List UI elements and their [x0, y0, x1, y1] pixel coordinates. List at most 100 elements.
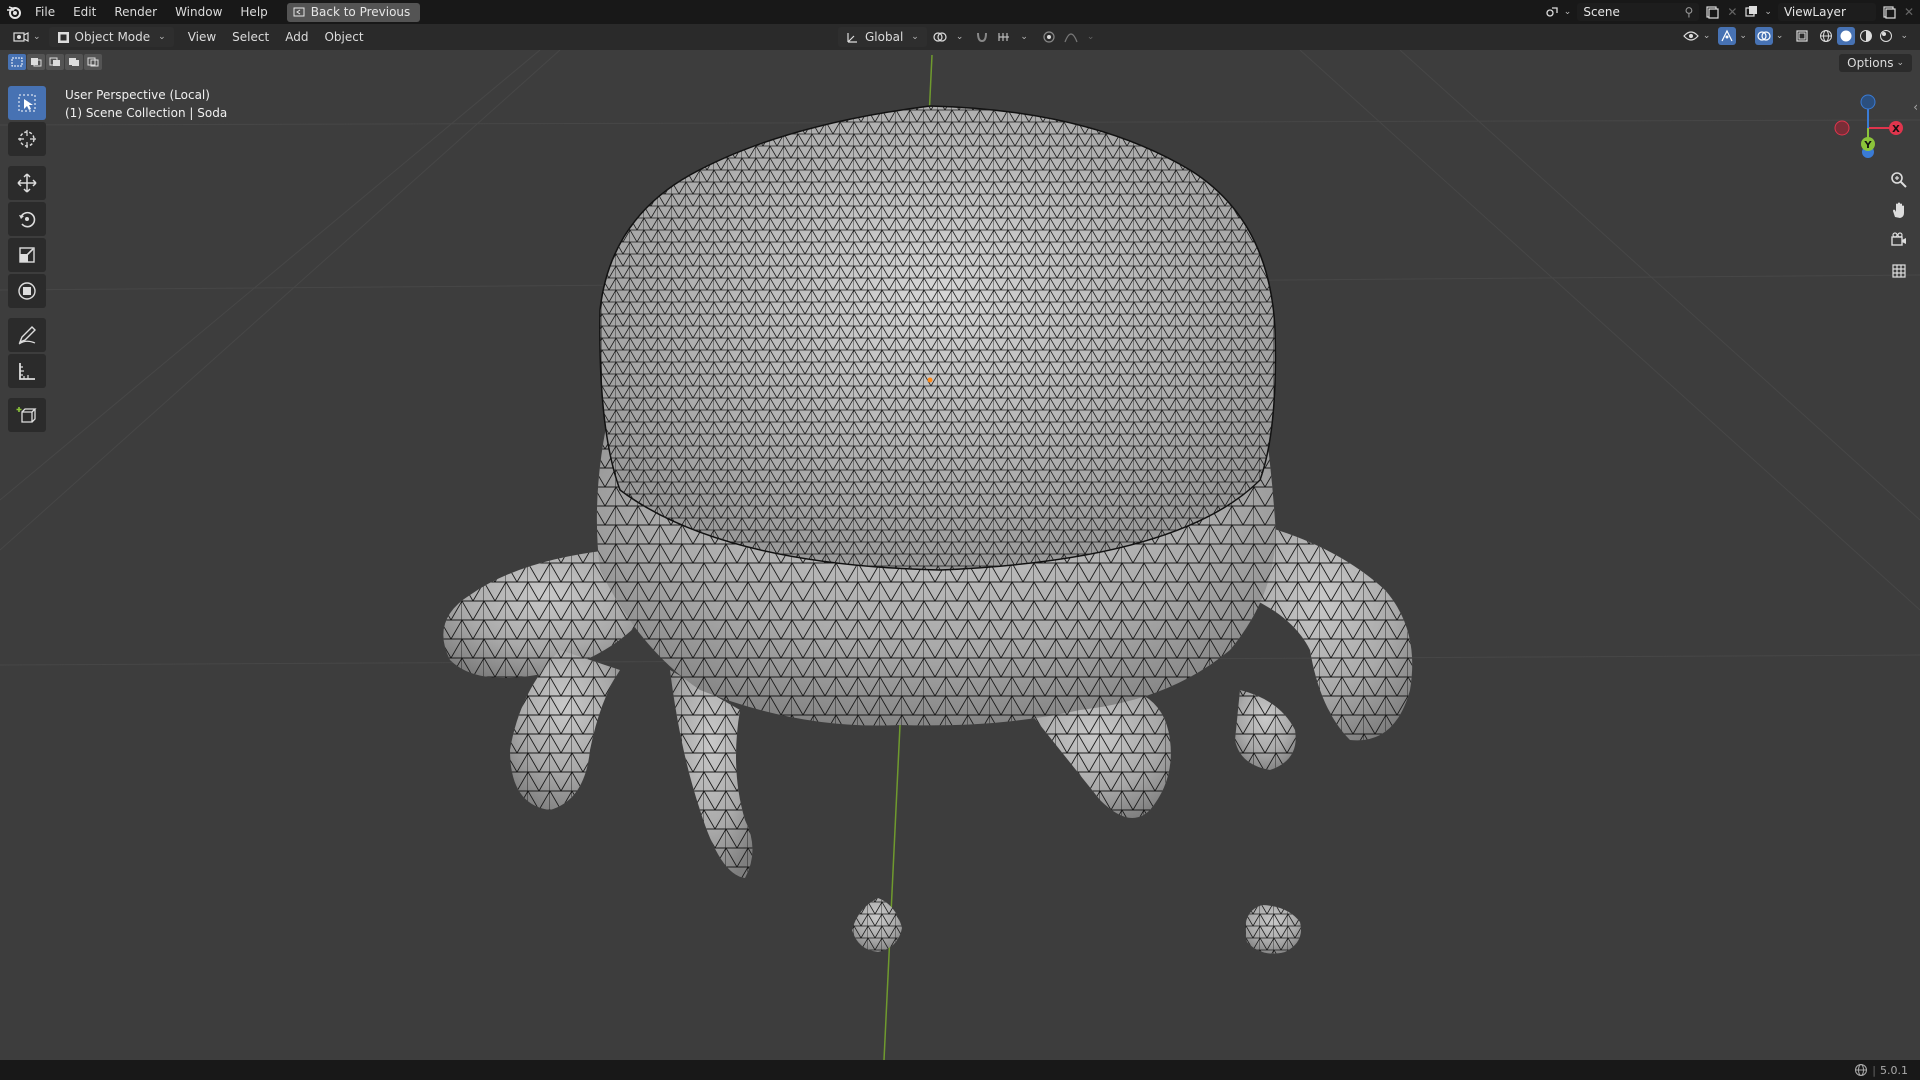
- snap-chevron-icon[interactable]: ⌄: [1020, 32, 1028, 42]
- menu-window[interactable]: Window: [166, 0, 231, 24]
- wireframe-shading-icon[interactable]: [1817, 27, 1835, 45]
- view-layer-name: ViewLayer: [1783, 5, 1846, 19]
- editor-type-chevron-icon[interactable]: ⌄: [33, 32, 41, 42]
- navigation-gizmo[interactable]: X Y: [1828, 88, 1908, 168]
- fragment-left[interactable]: [852, 898, 902, 952]
- select-new-icon[interactable]: [8, 54, 26, 70]
- view-perspective-label: User Perspective (Local): [65, 88, 210, 102]
- menu-edit[interactable]: Edit: [64, 0, 105, 24]
- move-tool[interactable]: [8, 166, 46, 200]
- snap-icon[interactable]: [973, 28, 991, 46]
- gizmo-chevron-icon[interactable]: ⌄: [1739, 31, 1747, 41]
- new-scene-icon[interactable]: [1703, 3, 1721, 21]
- cursor-tool[interactable]: [8, 122, 46, 156]
- scene-icon[interactable]: [1543, 3, 1561, 21]
- material-preview-shading-icon[interactable]: [1857, 27, 1875, 45]
- object-mode-chevron-icon: ⌄: [158, 32, 166, 42]
- rendered-shading-icon[interactable]: [1877, 27, 1895, 45]
- gizmo-neg-x-icon[interactable]: [1834, 120, 1850, 136]
- header-menu-select[interactable]: Select: [224, 27, 277, 47]
- tool-shelf: [8, 86, 46, 432]
- orientation-axes-icon: [847, 33, 857, 43]
- zoom-icon[interactable]: [1886, 168, 1912, 192]
- menu-render[interactable]: Render: [105, 0, 166, 24]
- options-dropdown[interactable]: Options ⌄: [1839, 54, 1912, 72]
- blender-logo-icon[interactable]: [2, 0, 26, 24]
- annotate-tool[interactable]: [8, 318, 46, 352]
- header-menu-add[interactable]: Add: [277, 27, 316, 47]
- object-mode-dropdown[interactable]: Object Mode ⌄: [48, 27, 174, 47]
- falloff-curve-icon[interactable]: [1062, 28, 1080, 46]
- top-menu-bar: File Edit Render Window Help Back to Pre…: [0, 0, 1920, 24]
- delete-view-layer-icon[interactable]: ✕: [1904, 5, 1914, 19]
- viewport-display-controls: ⌄ ⌄ ⌄ ⌄: [1682, 27, 1914, 45]
- rotate-tool[interactable]: [8, 202, 46, 236]
- snap-target-icon[interactable]: [995, 28, 1013, 46]
- sidebar-toggle-icon[interactable]: ‹: [1913, 100, 1918, 114]
- scale-tool[interactable]: [8, 238, 46, 272]
- object-origin-point: [927, 377, 933, 383]
- viewport-navigation-buttons: [1886, 168, 1912, 282]
- menu-help[interactable]: Help: [231, 0, 276, 24]
- measure-tool[interactable]: [8, 354, 46, 388]
- measure-ruler-icon: [19, 363, 35, 380]
- menu-file[interactable]: File: [26, 0, 64, 24]
- 3d-viewport[interactable]: [0, 50, 1920, 1060]
- view-layer-dropdown-chevron-icon[interactable]: ⌄: [1764, 7, 1772, 17]
- network-globe-icon[interactable]: [1854, 1063, 1868, 1077]
- select-invert-icon[interactable]: [65, 54, 83, 70]
- header-menu-view[interactable]: View: [180, 27, 224, 47]
- select-intersect-icon[interactable]: [84, 54, 102, 70]
- gizmo-y-label: Y: [1863, 140, 1872, 151]
- pivot-chevron-icon[interactable]: ⌄: [956, 32, 964, 42]
- delete-scene-icon[interactable]: ✕: [1727, 5, 1737, 19]
- move-arrows-icon: [17, 173, 37, 193]
- select-extend-icon[interactable]: [27, 54, 45, 70]
- toolbar-separator: [8, 158, 46, 164]
- view-layer-icon[interactable]: [1743, 3, 1761, 21]
- solid-shading-icon[interactable]: [1837, 27, 1856, 45]
- shading-chevron-icon[interactable]: ⌄: [1900, 31, 1908, 41]
- transform-tool[interactable]: [8, 274, 46, 308]
- add-cube-icon: [16, 407, 37, 423]
- scene-dropdown-chevron-icon[interactable]: ⌄: [1564, 7, 1572, 17]
- pivot-point-icon[interactable]: [931, 28, 949, 46]
- new-view-layer-icon[interactable]: [1880, 3, 1898, 21]
- visibility-eye-icon[interactable]: [1682, 27, 1700, 45]
- select-box-tool[interactable]: [8, 86, 46, 120]
- gizmo-toggle-icon[interactable]: [1718, 27, 1737, 45]
- transform-orientation-dropdown[interactable]: Global ⌄: [838, 27, 927, 47]
- scene-collection-label: (1) Scene Collection | Soda: [65, 106, 228, 120]
- scene-name-field[interactable]: Scene ⚲: [1577, 3, 1700, 21]
- transform-controls: Global ⌄ ⌄ ⌄ ⌄: [838, 27, 1094, 47]
- pin-icon[interactable]: ⚲: [1685, 5, 1694, 19]
- options-label: Options: [1847, 56, 1894, 70]
- fragment-right[interactable]: [1245, 905, 1301, 954]
- rotate-icon: [19, 211, 36, 228]
- visibility-chevron-icon[interactable]: ⌄: [1703, 31, 1711, 41]
- 3d-cursor-icon: [18, 130, 36, 148]
- object-mode-icon: [57, 31, 69, 43]
- camera-view-icon[interactable]: [1886, 228, 1912, 252]
- transform-orientation-label: Global: [865, 30, 904, 44]
- vertebra-mesh-object[interactable]: [443, 105, 1413, 878]
- view-layer-field[interactable]: ViewLayer: [1777, 3, 1876, 21]
- header-menu-object[interactable]: Object: [316, 27, 371, 47]
- proportional-editing-icon[interactable]: [1040, 28, 1058, 46]
- pan-hand-icon[interactable]: [1886, 198, 1912, 222]
- xray-toggle-icon[interactable]: [1793, 27, 1811, 45]
- overlays-toggle-icon[interactable]: [1754, 27, 1773, 45]
- add-cube-tool[interactable]: [8, 398, 46, 432]
- select-subtract-icon[interactable]: [46, 54, 64, 70]
- orientation-chevron-icon: ⌄: [911, 32, 919, 42]
- selection-mode-group: [8, 54, 102, 70]
- gizmo-neg-z-icon[interactable]: [1860, 94, 1876, 110]
- shading-mode-group: ⌄: [1817, 27, 1908, 45]
- editor-type-icon[interactable]: [12, 28, 30, 46]
- falloff-chevron-icon[interactable]: ⌄: [1087, 32, 1095, 42]
- orthographic-grid-icon[interactable]: [1886, 258, 1912, 282]
- transform-icon: [18, 282, 36, 300]
- scale-icon: [19, 247, 35, 263]
- overlays-chevron-icon[interactable]: ⌄: [1776, 31, 1784, 41]
- back-to-previous-button[interactable]: Back to Previous: [286, 2, 421, 22]
